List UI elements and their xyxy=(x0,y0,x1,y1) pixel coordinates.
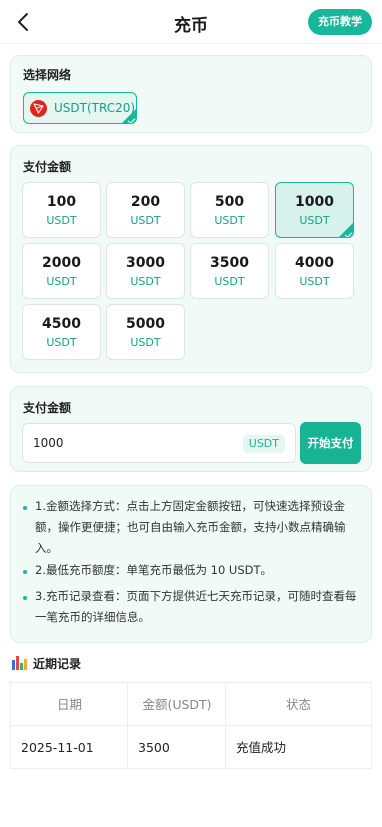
column-header-status: 状态 xyxy=(225,683,372,726)
amount-option-5000[interactable]: 5000 USDT xyxy=(106,304,185,360)
amount-unit: USDT xyxy=(46,336,77,349)
amount-unit: USDT xyxy=(46,275,77,288)
table-header-row: 日期 金额(USDT) 状态 xyxy=(10,683,372,726)
amount-option-3000[interactable]: 3000 USDT xyxy=(106,243,185,299)
amount-value: 4500 xyxy=(42,316,81,332)
amount-unit: USDT xyxy=(299,275,330,288)
amount-option-100[interactable]: 100 USDT xyxy=(22,182,101,238)
amount-option-3500[interactable]: 3500 USDT xyxy=(190,243,269,299)
record-status: 充值成功 xyxy=(225,726,372,769)
amount-value: 3000 xyxy=(126,255,165,271)
amount-value: 3500 xyxy=(210,255,249,271)
amount-option-200[interactable]: 200 USDT xyxy=(106,182,185,238)
bullet-dot xyxy=(23,506,27,510)
bullet-dot xyxy=(23,570,27,574)
table-row: 2025-11-01 3500 充值成功 xyxy=(10,726,372,769)
amount-value: 1000 xyxy=(295,194,334,210)
amount-unit: USDT xyxy=(46,214,77,227)
amount-unit: USDT xyxy=(214,214,245,227)
amount-option-2000[interactable]: 2000 USDT xyxy=(22,243,101,299)
amount-select-card: 支付金额 100 USDT 200 USDT 500 USDT 1000 USD… xyxy=(10,145,372,373)
network-section-title: 选择网络 xyxy=(23,68,72,82)
amount-value: 500 xyxy=(214,194,245,210)
network-card: 选择网络 USDT(TRC20) xyxy=(10,55,372,133)
amount-value: 100 xyxy=(46,194,77,210)
tips-card: 1.金额选择方式：点击上方固定金额按钮，可快速选择预设金额，操作更便捷；也可自由… xyxy=(10,485,372,643)
amount-value: 5000 xyxy=(126,316,165,332)
column-header-date: 日期 xyxy=(10,683,128,726)
pay-card: 支付金额 1000 USDT 开始支付 xyxy=(10,386,372,472)
amount-option-1000[interactable]: 1000 USDT xyxy=(275,182,354,238)
record-amount: 3500 xyxy=(127,726,226,769)
amount-input[interactable]: 1000 USDT xyxy=(22,423,296,463)
amount-option-500[interactable]: 500 USDT xyxy=(190,182,269,238)
amount-option-4500[interactable]: 4500 USDT xyxy=(22,304,101,360)
amount-option-4000[interactable]: 4000 USDT xyxy=(275,243,354,299)
amount-input-unit-badge: USDT xyxy=(242,435,285,453)
column-header-amount: 金额(USDT) xyxy=(127,683,226,726)
bar-chart-icon xyxy=(12,656,27,670)
records-title: 近期记录 xyxy=(33,657,82,671)
amount-unit: USDT xyxy=(130,214,161,227)
amount-unit: USDT xyxy=(214,275,245,288)
bullet-dot xyxy=(23,596,27,600)
tip-text: 3.充币记录查看：页面下方提供近七天充币记录，可随时查看每一笔充币的详细信息。 xyxy=(35,589,357,624)
start-payment-button[interactable]: 开始支付 xyxy=(300,422,361,464)
tip-text: 1.金额选择方式：点击上方固定金额按钮，可快速选择预设金额，操作更便捷；也可自由… xyxy=(35,499,346,555)
amount-value: 4000 xyxy=(295,255,334,271)
check-icon xyxy=(122,109,136,123)
amount-value: 2000 xyxy=(42,255,81,271)
pay-section-title: 支付金额 xyxy=(23,401,72,415)
amount-unit: USDT xyxy=(130,336,161,349)
network-option-usdt-trc20[interactable]: USDT(TRC20) xyxy=(23,92,137,124)
amount-value: 200 xyxy=(130,194,161,210)
tutorial-button[interactable]: 充币教学 xyxy=(308,9,372,35)
check-icon xyxy=(339,223,353,237)
records-table: 日期 金额(USDT) 状态 2025-11-01 3500 充值成功 xyxy=(10,682,372,769)
amount-unit: USDT xyxy=(130,275,161,288)
amount-input-value: 1000 xyxy=(33,436,64,450)
record-date: 2025-11-01 xyxy=(10,726,128,769)
tron-icon xyxy=(30,100,47,117)
amount-section-title: 支付金额 xyxy=(23,160,72,174)
top-nav-bar: 充币 充币教学 xyxy=(0,0,382,44)
tip-text: 2.最低充币额度：单笔充币最低为 10 USDT。 xyxy=(35,563,273,577)
